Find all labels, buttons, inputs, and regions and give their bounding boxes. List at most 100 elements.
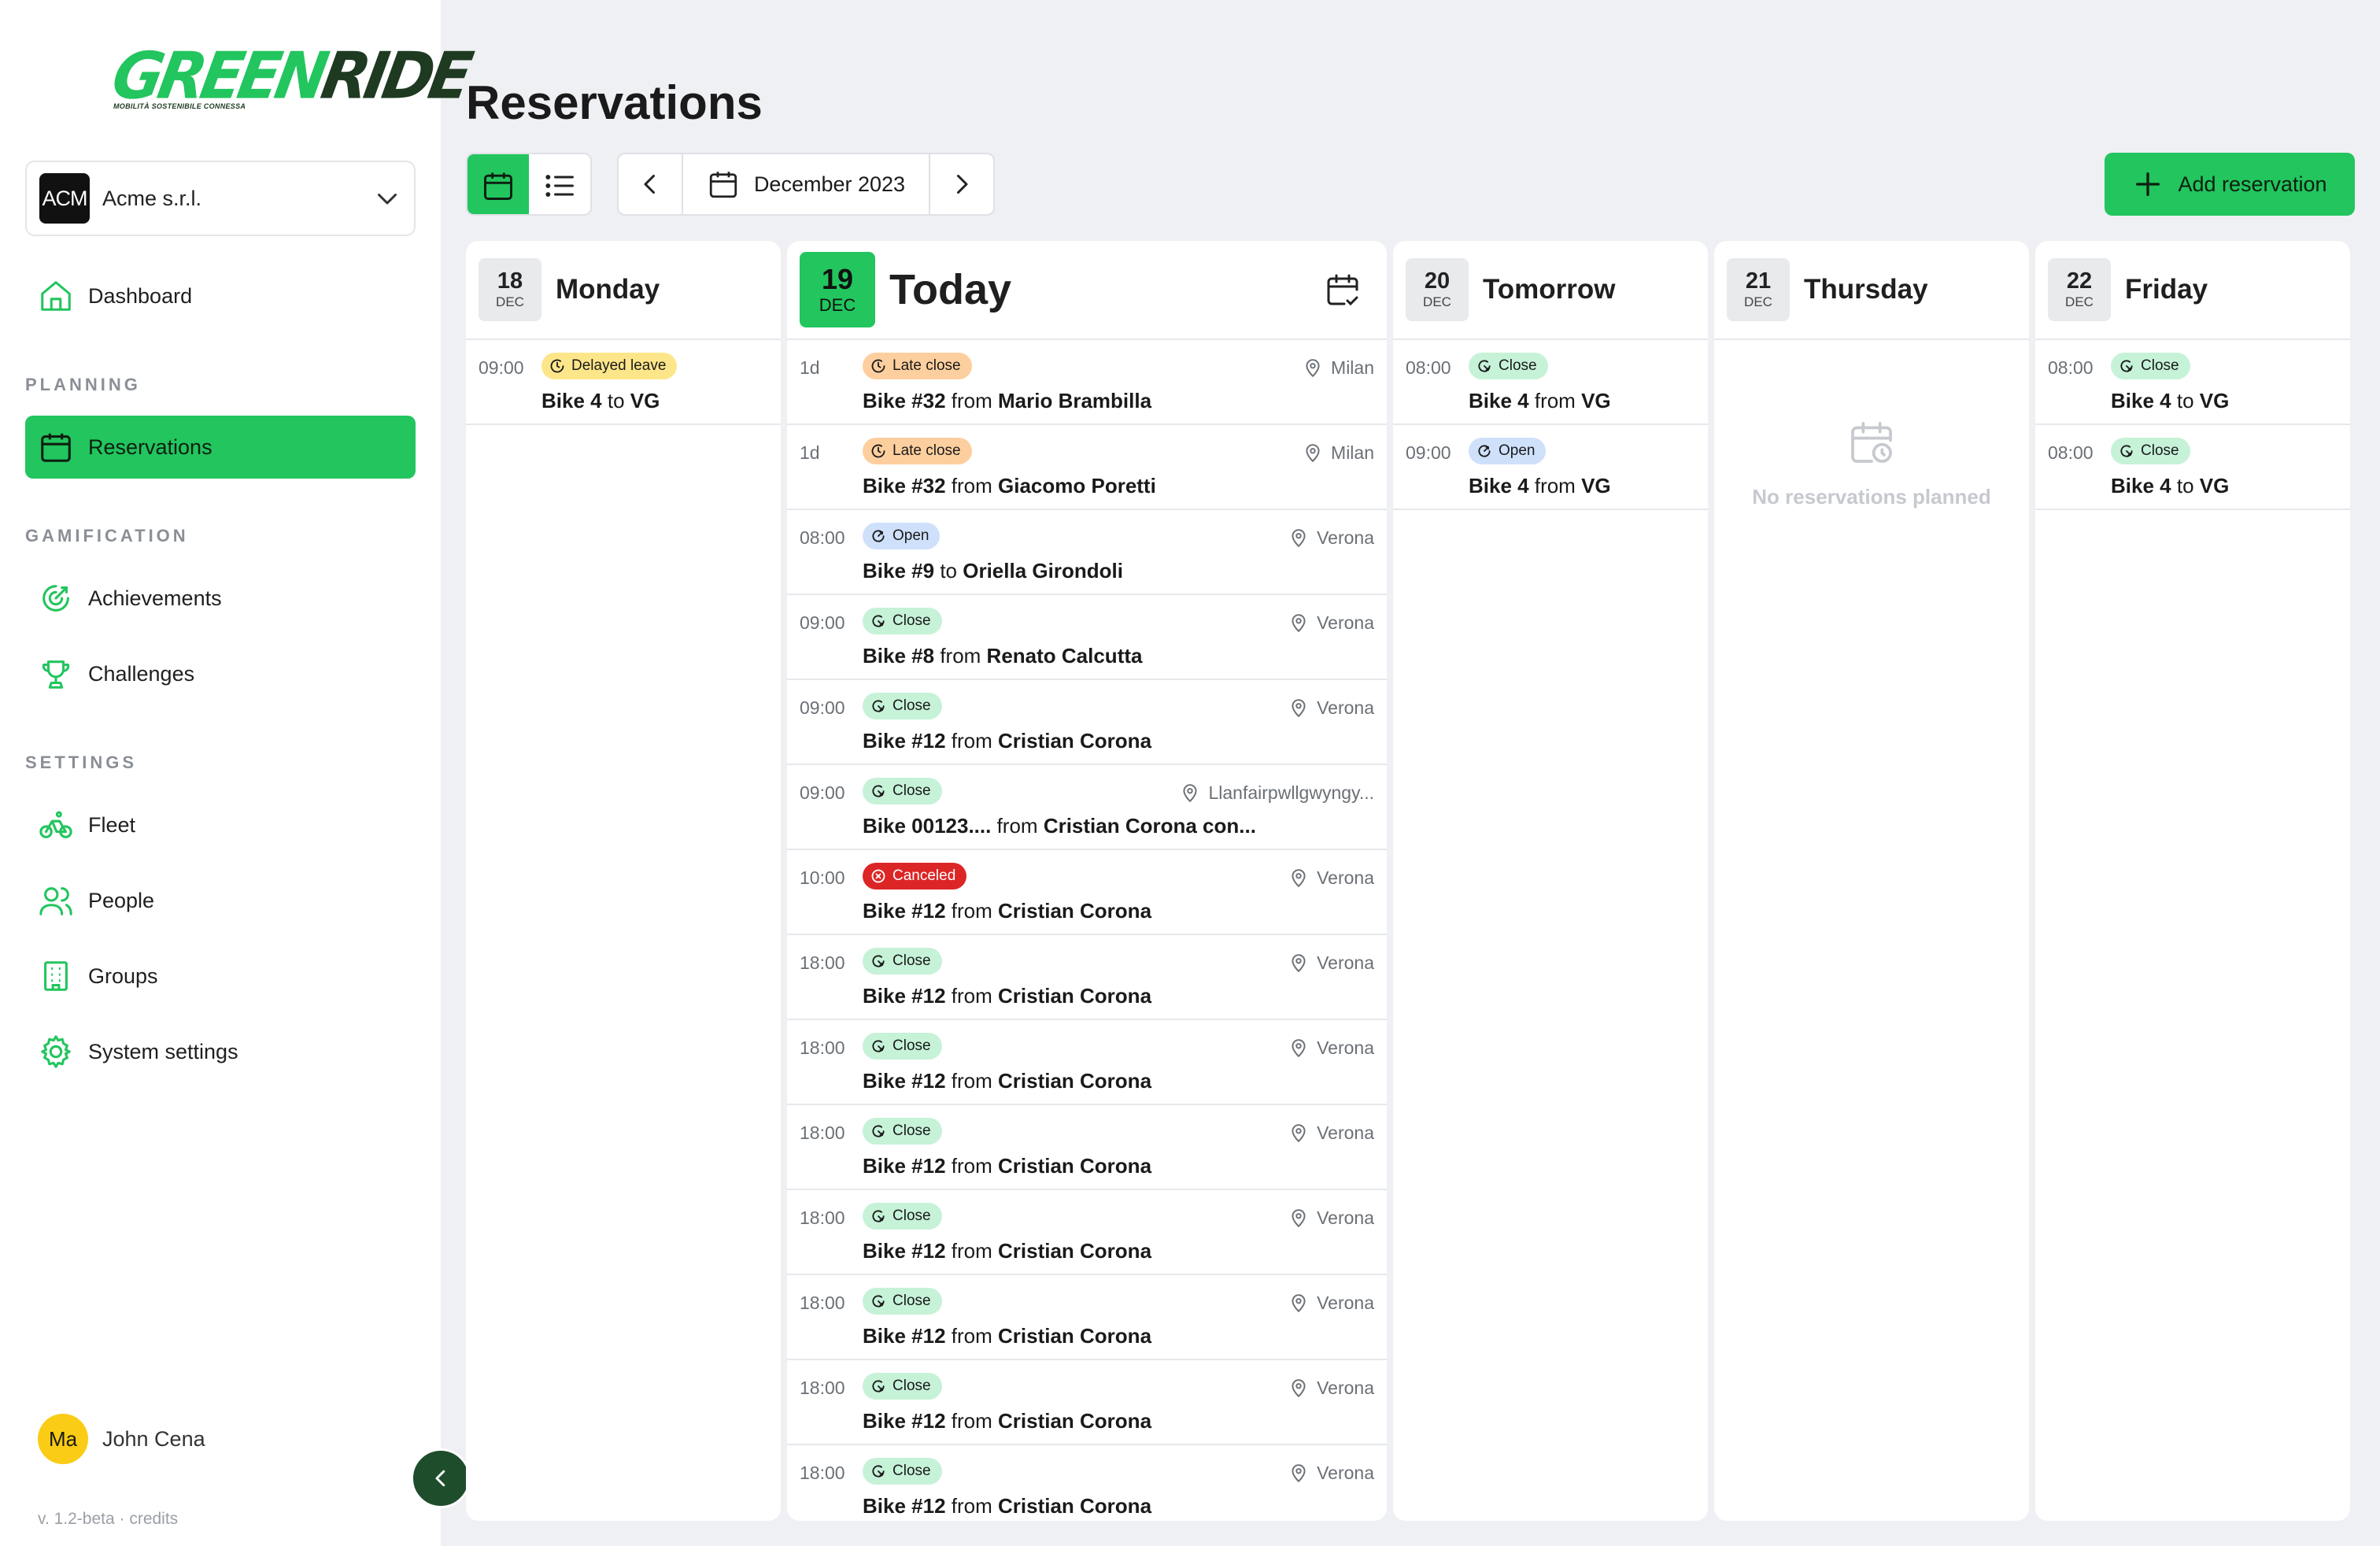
day-column: 19 DEC Today 1d Late close Bike #32 from Mari… (787, 241, 1387, 1521)
sidebar-item-reservations[interactable]: Reservations (25, 416, 416, 479)
user-name: John Cena (102, 1426, 205, 1451)
greenride-logo[interactable]: GREENRIDE MOBILITÀ SOSTENIBILE CONNESSA (107, 39, 474, 118)
bike-name: Bike 4 (541, 389, 602, 412)
today-calendar-button[interactable] (1324, 271, 1362, 313)
reservation-time: 08:00 (1406, 357, 1451, 378)
calendar-check-icon[interactable] (1324, 271, 1362, 309)
version-credits[interactable]: v. 1.2-beta · credits (38, 1510, 178, 1529)
reservation-title: Bike #9 to Oriella Girondoli (863, 559, 1123, 583)
plus-icon (2136, 172, 2160, 196)
organization-selector[interactable]: ACM Acme s.r.l. (25, 161, 416, 236)
reservation-person: Cristian Corona (998, 1409, 1152, 1433)
sidebar-item-people[interactable]: People (25, 869, 416, 932)
reservation-item[interactable]: 18:00 Close Bike #12 from Cristian Corona V… (787, 1445, 1387, 1521)
add-reservation-button[interactable]: Add reservation (2105, 153, 2355, 216)
reservation-person: Mario Brambilla (998, 389, 1152, 412)
reservation-location: Verona (1288, 867, 1374, 889)
reservation-item[interactable]: 1d Late close Bike #32 from Mario Brambill… (787, 340, 1387, 425)
reservation-item[interactable]: 18:00 Close Bike #12 from Cristian Corona V… (787, 1190, 1387, 1275)
reservation-item[interactable]: 08:00 Open Bike #9 to Oriella Girondoli Ver… (787, 510, 1387, 595)
list-view-button[interactable] (529, 154, 590, 214)
sidebar-item-achievements[interactable]: Achievements (25, 567, 416, 630)
org-name: Acme s.r.l. (102, 186, 202, 210)
people-icon (39, 887, 72, 915)
reservation-item[interactable]: 09:00 Delayed leave Bike 4 to VG (466, 340, 781, 425)
date-month: DEC (2065, 294, 2094, 309)
reservation-location: Verona (1288, 612, 1374, 634)
section-title-gamification: GAMIFICATION (25, 526, 189, 546)
location-pin-icon (1292, 953, 1306, 972)
reservation-time: 18:00 (800, 1123, 845, 1143)
day-name: Tomorrow (1483, 274, 1616, 305)
reservation-person: Giacomo Poretti (998, 474, 1156, 497)
status-label: Close (893, 697, 931, 714)
status-badge: Close (863, 693, 942, 719)
section-title-settings: SETTINGS (25, 753, 138, 772)
day-column: 18 DEC Monday 09:00 Delayed leave Bike 4 to V… (466, 241, 781, 1521)
reservation-item[interactable]: 08:00 Close Bike 4 to VG (2035, 425, 2350, 510)
reservation-item[interactable]: 08:00 Close Bike 4 to VG (2035, 340, 2350, 425)
calendar-clock-icon (1851, 422, 1892, 463)
user-profile[interactable]: Ma John Cena (38, 1414, 205, 1464)
reservation-person: VG (2199, 389, 2230, 412)
reservation-location: Verona (1288, 1463, 1374, 1484)
close-lock-icon (872, 1465, 885, 1478)
location-pin-icon (1292, 1038, 1306, 1057)
reservation-item[interactable]: 18:00 Close Bike #12 from Cristian Corona V… (787, 1360, 1387, 1445)
location-pin-icon (1292, 1208, 1306, 1227)
sidebar-item-challenges[interactable]: Challenges (25, 642, 416, 705)
calendar-view-button[interactable] (468, 154, 529, 214)
reservation-title: Bike #32 from Giacomo Poretti (863, 474, 1156, 498)
reservation-item[interactable]: 09:00 Close Bike 00123.... from Cristian C… (787, 765, 1387, 850)
day-name: Today (889, 266, 1012, 313)
reservation-preposition: from (951, 729, 992, 753)
building-icon (44, 961, 68, 991)
reservation-item[interactable]: 18:00 Close Bike #12 from Cristian Corona V… (787, 935, 1387, 1020)
reservation-preposition: from (951, 984, 992, 1008)
open-lock-icon (1478, 445, 1491, 457)
status-label: Close (893, 952, 931, 969)
reservation-location: Verona (1288, 1293, 1374, 1314)
reservation-item[interactable]: 09:00 Close Bike #8 from Renato Calcutta Ve… (787, 595, 1387, 680)
status-badge: Delayed leave (541, 353, 678, 379)
sidebar: GREENRIDE MOBILITÀ SOSTENIBILE CONNESSA … (0, 0, 474, 1546)
location-label: Milan (1331, 442, 1374, 463)
reservation-item[interactable]: 18:00 Close Bike #12 from Cristian Corona V… (787, 1020, 1387, 1105)
bike-name: Bike #32 (863, 474, 946, 497)
sidebar-item-system-settings[interactable]: System settings (25, 1020, 416, 1083)
reservation-location: Llanfairpwllgwyngy... (1180, 782, 1374, 804)
reservation-time: 08:00 (800, 527, 845, 548)
reservation-item[interactable]: 09:00 Close Bike #12 from Cristian Corona V… (787, 680, 1387, 765)
previous-month-button[interactable] (619, 154, 682, 214)
bike-name: Bike 4 (1469, 389, 1529, 412)
close-lock-icon (872, 700, 885, 712)
reservation-time: 18:00 (800, 952, 845, 973)
reservation-preposition: from (951, 389, 992, 412)
target-icon (42, 585, 69, 612)
date-badge: 22 DEC (2048, 258, 2111, 321)
reservation-person: Cristian Corona (998, 1324, 1152, 1348)
calendar-icon (41, 433, 71, 462)
reservation-item[interactable]: 18:00 Close Bike #12 from Cristian Corona V… (787, 1105, 1387, 1190)
month-picker[interactable]: December 2023 (682, 154, 930, 214)
reservation-person: Cristian Corona (998, 1069, 1152, 1093)
location-label: Verona (1317, 1293, 1374, 1313)
next-month-button[interactable] (930, 154, 993, 214)
reservation-location: Verona (1288, 1378, 1374, 1399)
reservation-item[interactable]: 10:00 Canceled Bike #12 from Cristian Coro… (787, 850, 1387, 935)
location-pin-icon (1292, 868, 1306, 887)
status-badge: Close (1469, 353, 1548, 379)
avatar: Ma (38, 1414, 88, 1464)
sidebar-item-groups[interactable]: Groups (25, 945, 416, 1008)
clock-check-icon (871, 444, 885, 458)
sidebar-item-label: System settings (88, 1039, 238, 1063)
collapse-sidebar-button[interactable] (411, 1448, 471, 1508)
sidebar-item-fleet[interactable]: Fleet (25, 793, 416, 856)
reservation-item[interactable]: 18:00 Close Bike #12 from Cristian Corona V… (787, 1275, 1387, 1360)
reservation-item[interactable]: 09:00 Open Bike 4 from VG (1393, 425, 1708, 510)
reservation-item[interactable]: 08:00 Close Bike 4 from VG (1393, 340, 1708, 425)
reservation-item[interactable]: 1d Late close Bike #32 from Giacomo Porett… (787, 425, 1387, 510)
sidebar-item-dashboard[interactable]: Dashboard (25, 264, 416, 327)
bike-name: Bike #8 (863, 644, 935, 668)
date-month: DEC (496, 294, 524, 309)
